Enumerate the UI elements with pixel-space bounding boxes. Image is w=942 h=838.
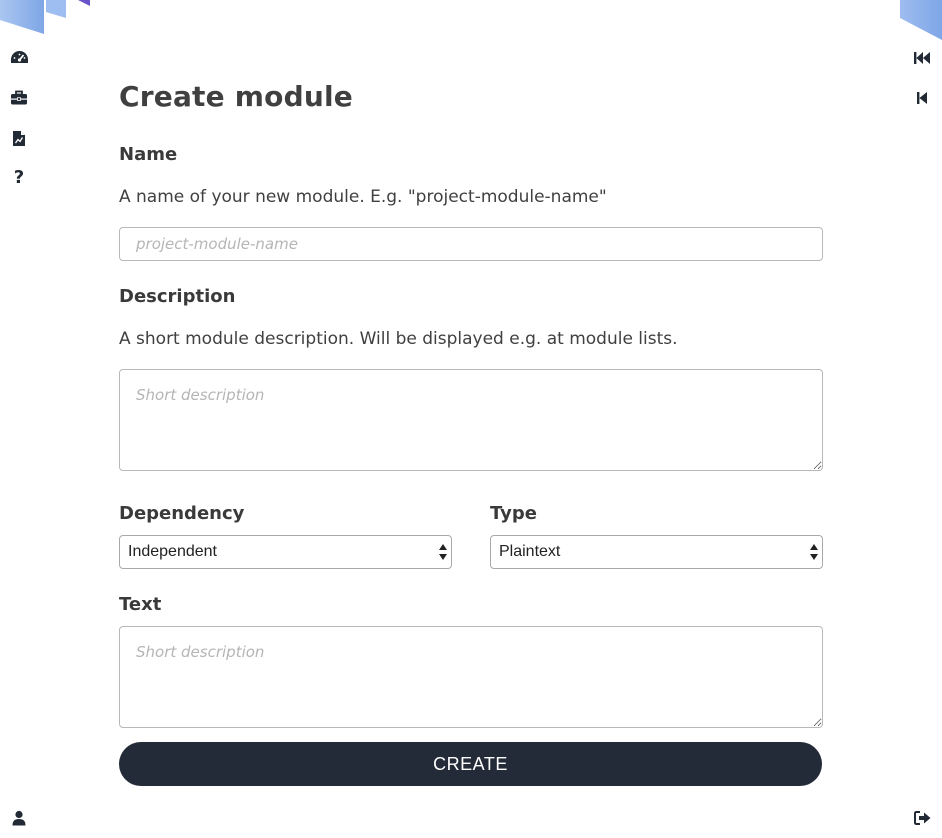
create-button[interactable]: CREATE (119, 742, 822, 786)
type-label: Type (490, 503, 537, 524)
dependency-selected-value: Independent (128, 543, 217, 560)
select-arrows-icon (439, 544, 447, 560)
type-selected-value: Plaintext (499, 543, 561, 560)
select-arrows-icon (810, 544, 818, 560)
page-title: Create module (119, 80, 353, 113)
text-label: Text (119, 594, 162, 615)
name-help-text: A name of your new module. E.g. "project… (119, 187, 607, 207)
name-label: Name (119, 144, 178, 165)
description-help-text: A short module description. Will be disp… (119, 329, 678, 349)
document-chart-icon[interactable] (9, 128, 29, 148)
dashboard-icon[interactable] (9, 48, 29, 68)
corner-decoration-right (900, 0, 942, 40)
page: ? Create module Name A name of your new … (0, 0, 942, 838)
description-label: Description (119, 286, 236, 307)
type-select[interactable]: Plaintext (490, 535, 823, 569)
briefcase-icon[interactable] (9, 88, 29, 108)
skip-previous-icon[interactable] (912, 88, 932, 108)
name-input[interactable] (119, 227, 823, 261)
text-textarea[interactable] (119, 626, 823, 728)
skip-first-icon[interactable] (912, 48, 932, 68)
help-icon[interactable]: ? (9, 168, 29, 188)
corner-decoration-left (0, 0, 90, 34)
user-icon[interactable] (9, 808, 29, 828)
logout-icon[interactable] (912, 808, 932, 828)
dependency-select[interactable]: Independent (119, 535, 452, 569)
description-textarea[interactable] (119, 369, 823, 471)
dependency-label: Dependency (119, 503, 245, 524)
